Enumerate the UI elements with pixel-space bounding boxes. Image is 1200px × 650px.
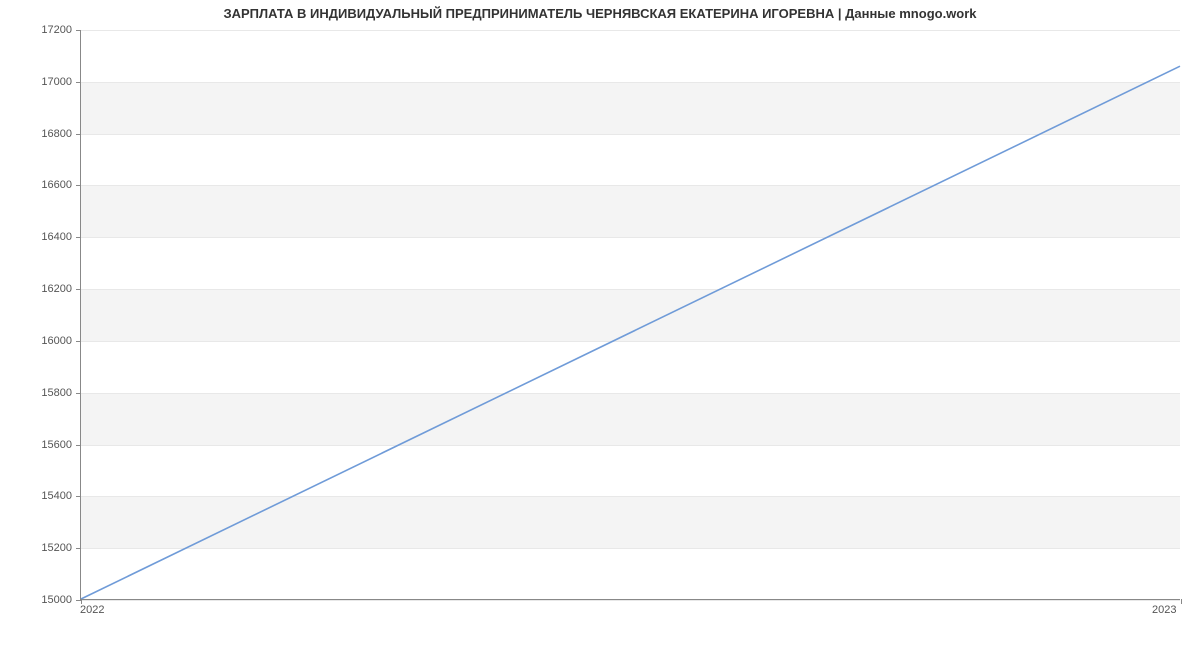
y-axis-label: 15200 (12, 542, 72, 554)
y-tick (76, 289, 81, 290)
y-tick (76, 185, 81, 186)
y-tick (76, 134, 81, 135)
y-axis-label: 15400 (12, 490, 72, 502)
y-tick (76, 30, 81, 31)
y-tick (76, 237, 81, 238)
y-axis-label: 15800 (12, 387, 72, 399)
y-tick (76, 548, 81, 549)
plot-area (80, 30, 1180, 600)
series-line (81, 66, 1180, 599)
y-axis-label: 16000 (12, 335, 72, 347)
y-axis-label: 16800 (12, 128, 72, 140)
y-axis-label: 16400 (12, 231, 72, 243)
data-line (81, 30, 1180, 599)
x-axis-label: 2022 (80, 604, 104, 616)
line-chart: ЗАРПЛАТА В ИНДИВИДУАЛЬНЫЙ ПРЕДПРИНИМАТЕЛ… (0, 0, 1200, 650)
y-axis-label: 16200 (12, 283, 72, 295)
y-axis-label: 16600 (12, 179, 72, 191)
y-axis-label: 15000 (12, 594, 72, 606)
chart-title: ЗАРПЛАТА В ИНДИВИДУАЛЬНЫЙ ПРЕДПРИНИМАТЕЛ… (0, 6, 1200, 21)
y-tick (76, 445, 81, 446)
y-tick (76, 341, 81, 342)
x-tick (1181, 599, 1182, 604)
x-axis-label: 2023 (1152, 604, 1176, 616)
y-axis-label: 17200 (12, 24, 72, 36)
y-tick (76, 393, 81, 394)
y-axis-label: 15600 (12, 439, 72, 451)
y-gridline (81, 600, 1180, 601)
y-tick (76, 82, 81, 83)
y-axis-label: 17000 (12, 76, 72, 88)
y-tick (76, 496, 81, 497)
